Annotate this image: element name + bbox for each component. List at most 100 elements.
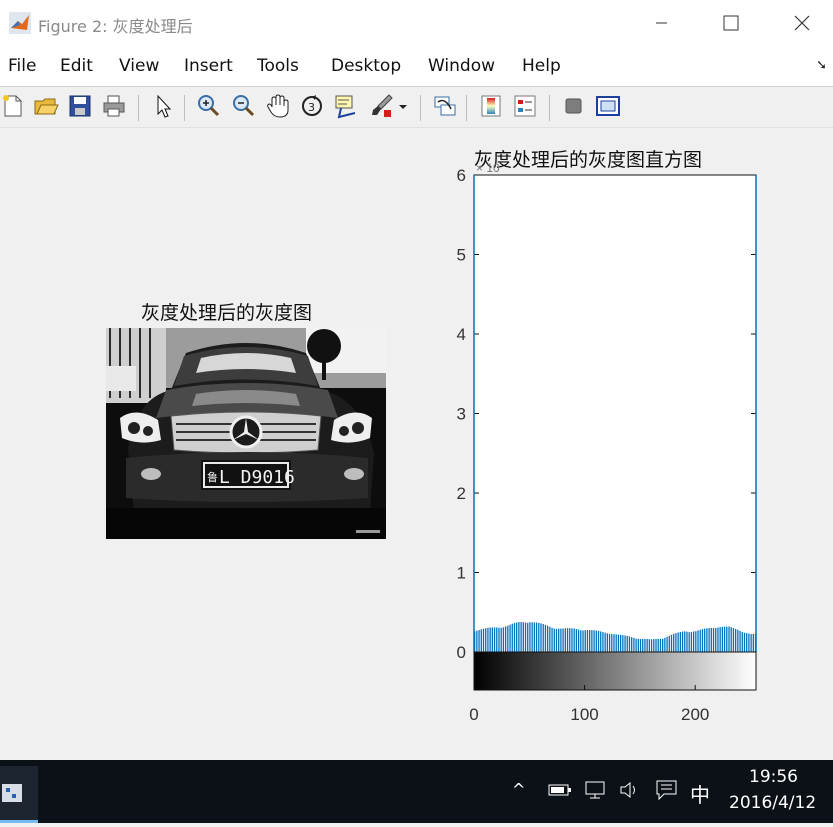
histogram-bar <box>597 630 600 652</box>
dock-arrow-icon[interactable]: ➘ <box>816 58 827 73</box>
histogram-bar <box>697 630 699 652</box>
histogram-bar <box>529 622 531 652</box>
menu-window[interactable]: Window <box>428 56 495 76</box>
ime-indicator[interactable]: 中 <box>690 779 710 808</box>
brush-dropdown-chevron-down-icon[interactable] <box>396 93 410 119</box>
histogram-bar <box>524 622 527 652</box>
histogram-bar <box>606 633 609 652</box>
histogram-bar <box>527 622 529 652</box>
edit-plot-arrow-icon[interactable] <box>150 93 176 119</box>
save-icon[interactable] <box>67 93 93 119</box>
x-tick-label: 100 <box>570 705 598 724</box>
clock-date[interactable]: 2016/4/12 <box>729 793 816 813</box>
grayscale-colorbar <box>473 651 757 691</box>
histogram-bar <box>522 622 524 652</box>
histogram-bar <box>642 638 644 652</box>
histogram-bar <box>562 628 564 652</box>
histogram-bar <box>734 628 737 652</box>
print-icon[interactable] <box>101 93 127 119</box>
brush-icon[interactable] <box>369 93 395 119</box>
menu-desktop[interactable]: Desktop <box>331 56 401 76</box>
menu-insert[interactable]: Insert <box>184 56 233 76</box>
histogram-bar <box>582 630 584 652</box>
histogram-bar <box>664 637 666 652</box>
histogram-bar <box>489 627 491 652</box>
histogram-bar <box>586 630 589 652</box>
battery-icon[interactable] <box>548 782 572 802</box>
action-center-icon[interactable] <box>655 779 679 805</box>
histogram-bar <box>681 631 684 652</box>
histogram-bar <box>737 629 739 652</box>
insert-legend-icon[interactable] <box>512 93 538 119</box>
window-title-bar: Figure 2: 灰度处理后 <box>0 0 833 46</box>
histogram-bar <box>659 638 662 652</box>
menu-tools[interactable]: Tools <box>257 56 299 76</box>
open-file-icon[interactable] <box>33 93 59 119</box>
histogram-bar <box>516 622 518 652</box>
toolbar-separator <box>184 95 185 121</box>
minimize-button[interactable] <box>638 8 684 38</box>
histogram-bar <box>622 635 624 652</box>
menu-help[interactable]: Help <box>522 56 561 76</box>
histogram-bar <box>535 622 538 652</box>
histogram-bar <box>670 634 673 652</box>
histogram-bar <box>752 633 754 652</box>
y-tick-label: 2 <box>457 484 466 503</box>
histogram-bar <box>573 628 575 652</box>
menu-file[interactable]: File <box>8 56 36 76</box>
histogram-bar <box>575 629 578 652</box>
show-hidden-icons-chevron-up-icon[interactable]: ^ <box>512 780 525 799</box>
histogram-bar <box>566 628 569 652</box>
histogram-bar <box>741 631 743 652</box>
volume-icon[interactable] <box>619 780 643 804</box>
hide-plot-tools-icon[interactable] <box>561 93 587 119</box>
network-icon[interactable] <box>584 780 608 804</box>
histogram-bar <box>600 631 602 652</box>
grayscale-car-image: 鲁 L D9016 <box>106 328 386 539</box>
histogram-bar <box>580 630 582 652</box>
histogram-bar <box>544 624 547 652</box>
histogram-bar <box>631 637 633 652</box>
toolbar-separator <box>138 95 139 121</box>
toolbar-separator <box>466 95 467 121</box>
histogram-bar <box>644 638 646 652</box>
histogram-bar <box>730 627 732 652</box>
histogram-bar <box>726 626 728 652</box>
histogram-bar <box>476 630 478 652</box>
link-plot-icon[interactable] <box>432 93 458 119</box>
histogram-bar <box>482 628 485 652</box>
histogram-bar <box>540 623 542 652</box>
maximize-button[interactable] <box>708 8 754 38</box>
histogram-bar <box>723 626 726 652</box>
histogram-bar <box>662 638 664 652</box>
histogram-bar <box>504 626 507 652</box>
menu-edit[interactable]: Edit <box>60 56 93 76</box>
pinned-app-icon[interactable] <box>0 766 38 823</box>
zoom-out-icon[interactable] <box>230 93 256 119</box>
histogram-bar <box>493 627 496 652</box>
histogram-bar <box>487 627 489 652</box>
clock-time[interactable]: 19:56 <box>749 767 798 787</box>
close-button[interactable] <box>779 8 825 38</box>
zoom-in-icon[interactable] <box>195 93 221 119</box>
histogram-bar <box>628 636 631 652</box>
histogram-bar <box>593 630 595 652</box>
histogram-bar <box>626 635 628 652</box>
rotate-3d-icon[interactable]: 3 <box>299 93 325 119</box>
menu-view[interactable]: View <box>119 56 159 76</box>
show-plot-tools-icon[interactable] <box>595 93 621 119</box>
histogram-bar <box>708 628 710 652</box>
data-cursor-icon[interactable] <box>333 93 359 119</box>
pan-hand-icon[interactable] <box>265 93 291 119</box>
histogram-bar <box>695 631 697 652</box>
histogram-bar <box>739 630 741 652</box>
histogram-bar <box>750 634 752 652</box>
figure-toolbar: 3 <box>0 87 833 128</box>
x-tick-label: 0 <box>469 705 478 724</box>
histogram-bar <box>478 630 480 652</box>
new-figure-icon[interactable] <box>0 93 26 119</box>
histogram-bar <box>684 631 686 652</box>
insert-colorbar-icon[interactable] <box>478 93 504 119</box>
histogram-bar <box>555 628 558 652</box>
histogram-bar <box>675 633 677 652</box>
